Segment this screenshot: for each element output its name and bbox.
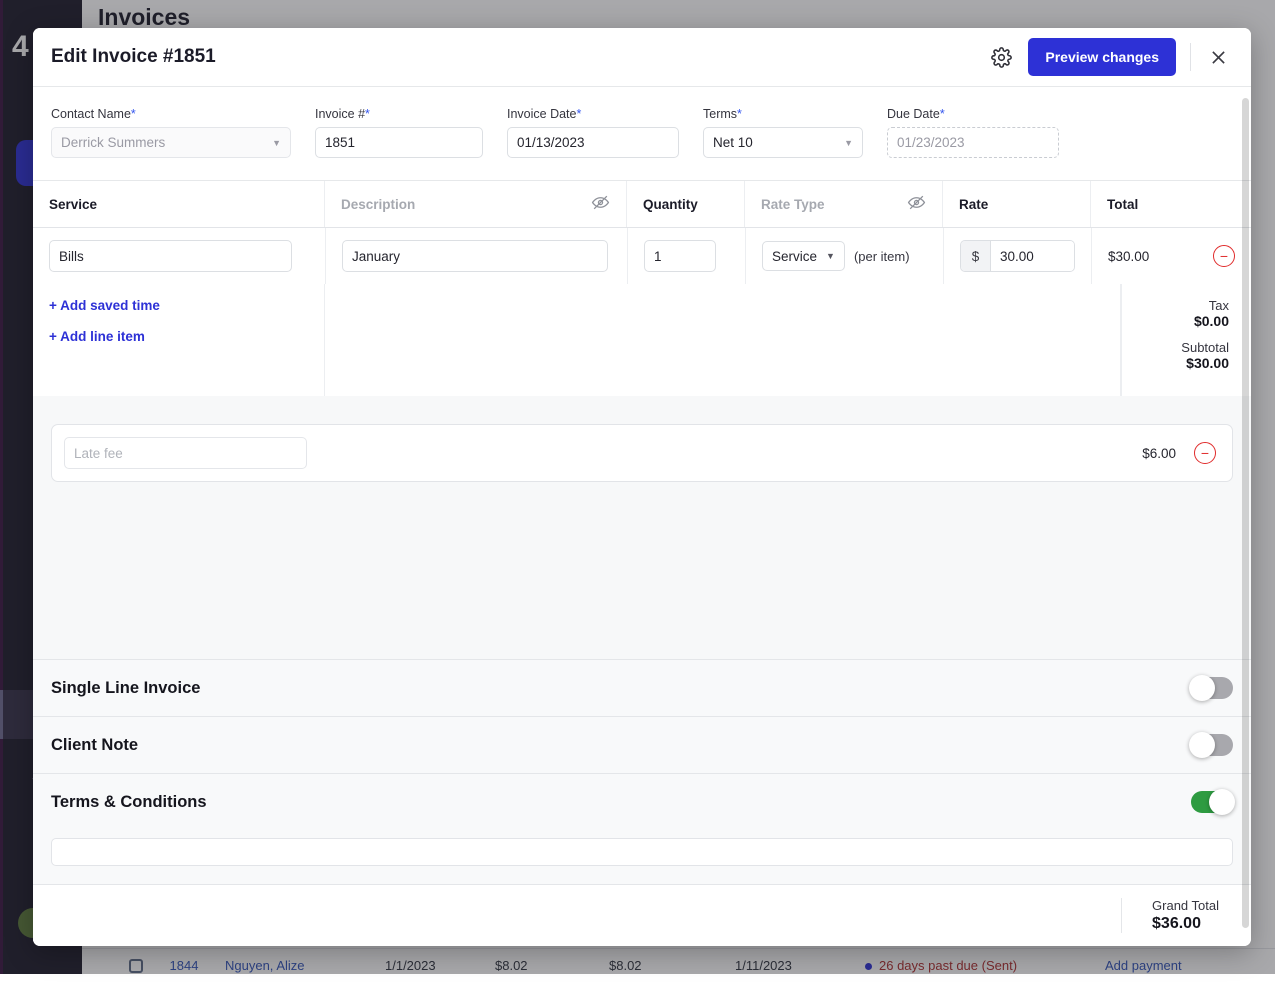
due-date-input[interactable]: 01/23/2023 bbox=[887, 127, 1059, 158]
terms-value: Net 10 bbox=[713, 135, 753, 150]
terms-conditions-field-wrap bbox=[33, 830, 1251, 884]
subtotal-label: Subtotal bbox=[1122, 340, 1229, 355]
add-saved-time-link[interactable]: + Add saved time bbox=[49, 298, 308, 313]
grand-total-label: Grand Total bbox=[1152, 898, 1219, 913]
table-row: Bills January 1 Service ▼ (per item) $ 3… bbox=[33, 228, 1251, 284]
grand-total-value: $36.00 bbox=[1152, 915, 1219, 933]
terms-label: Terms* bbox=[703, 107, 863, 121]
tax-value: $0.00 bbox=[1122, 313, 1229, 329]
section-terms-conditions: Terms & Conditions bbox=[33, 773, 1251, 830]
field-invoice-date: Invoice Date* 01/13/2023 bbox=[507, 107, 679, 158]
grand-total-block: Grand Total $36.00 bbox=[1121, 898, 1229, 933]
modal-header: Edit Invoice #1851 Preview changes bbox=[33, 28, 1251, 87]
field-contact-name: Contact Name* Derrick Summers ▼ bbox=[51, 107, 291, 158]
cell-rate-type: Service ▼ (per item) bbox=[745, 228, 943, 284]
field-invoice-number: Invoice #* 1851 bbox=[315, 107, 483, 158]
line-items-body: Bills January 1 Service ▼ (per item) $ 3… bbox=[33, 228, 1251, 396]
cell-service: Bills bbox=[33, 228, 325, 284]
single-line-invoice-label: Single Line Invoice bbox=[51, 679, 1191, 698]
rate-type-select[interactable]: Service ▼ bbox=[762, 241, 845, 271]
per-item-label: (per item) bbox=[854, 249, 910, 264]
line-item-actions: + Add saved time + Add line item bbox=[33, 284, 325, 396]
cell-quantity: 1 bbox=[627, 228, 745, 284]
remove-circle-icon[interactable]: − bbox=[1194, 442, 1216, 464]
gear-icon[interactable] bbox=[986, 42, 1016, 72]
service-input[interactable]: Bills bbox=[49, 240, 292, 272]
client-note-toggle[interactable] bbox=[1191, 734, 1233, 756]
field-due-date: Due Date* 01/23/2023 bbox=[887, 107, 1059, 158]
preview-changes-button[interactable]: Preview changes bbox=[1028, 38, 1176, 76]
section-client-note: Client Note bbox=[33, 716, 1251, 773]
modal-scrollbar[interactable] bbox=[1242, 98, 1249, 928]
quantity-input[interactable]: 1 bbox=[644, 240, 716, 272]
currency-symbol: $ bbox=[961, 241, 991, 271]
invoice-form-fields: Contact Name* Derrick Summers ▼ Invoice … bbox=[33, 87, 1251, 181]
contact-name-value: Derrick Summers bbox=[61, 135, 165, 150]
section-single-line-invoice: Single Line Invoice bbox=[33, 659, 1251, 716]
terms-conditions-toggle[interactable] bbox=[1191, 791, 1233, 813]
rate-type-value: Service bbox=[772, 249, 817, 264]
invoice-date-value: 01/13/2023 bbox=[517, 135, 585, 150]
column-header-description: Description bbox=[325, 181, 627, 227]
late-fee-amount: $6.00 bbox=[1142, 446, 1176, 461]
toggle-knob bbox=[1189, 675, 1215, 701]
line-total-value: $30.00 bbox=[1108, 249, 1149, 264]
terms-conditions-label: Terms & Conditions bbox=[51, 793, 1191, 812]
due-date-label: Due Date* bbox=[887, 107, 1059, 121]
invoice-number-label: Invoice #* bbox=[315, 107, 483, 121]
rate-input[interactable]: 30.00 bbox=[991, 241, 1074, 271]
remove-circle-icon[interactable]: − bbox=[1213, 245, 1235, 267]
column-header-rate-type: Rate Type bbox=[745, 181, 943, 227]
contact-name-label: Contact Name* bbox=[51, 107, 291, 121]
terms-select[interactable]: Net 10 ▼ bbox=[703, 127, 863, 158]
invoice-date-label: Invoice Date* bbox=[507, 107, 679, 121]
items-spacer bbox=[325, 284, 1121, 396]
column-header-total: Total bbox=[1091, 181, 1251, 227]
single-line-invoice-toggle[interactable] bbox=[1191, 677, 1233, 699]
invoice-totals: Tax $0.00 Subtotal $30.00 bbox=[1121, 284, 1251, 396]
late-fee-zone: Late fee $6.00 − bbox=[33, 396, 1251, 659]
invoice-date-input[interactable]: 01/13/2023 bbox=[507, 127, 679, 158]
toggle-knob bbox=[1209, 789, 1235, 815]
close-icon[interactable] bbox=[1205, 44, 1231, 70]
line-items-header: Service Description Quantity Rate Type bbox=[33, 181, 1251, 228]
late-fee-card: Late fee $6.00 − bbox=[51, 424, 1233, 482]
contact-name-select[interactable]: Derrick Summers ▼ bbox=[51, 127, 291, 158]
column-header-service: Service bbox=[33, 181, 325, 227]
terms-conditions-input[interactable] bbox=[51, 838, 1233, 866]
invoice-number-input[interactable]: 1851 bbox=[315, 127, 483, 158]
add-line-item-link[interactable]: + Add line item bbox=[49, 329, 308, 344]
due-date-value: 01/23/2023 bbox=[897, 135, 965, 150]
cell-rate: $ 30.00 bbox=[943, 228, 1091, 284]
eye-slash-icon[interactable] bbox=[907, 193, 926, 215]
header-divider bbox=[1190, 43, 1191, 71]
column-header-rate: Rate bbox=[943, 181, 1091, 227]
eye-slash-icon[interactable] bbox=[591, 193, 610, 215]
rate-input-group[interactable]: $ 30.00 bbox=[960, 240, 1075, 272]
modal-footer: Grand Total $36.00 bbox=[33, 884, 1251, 946]
client-note-label: Client Note bbox=[51, 736, 1191, 755]
late-fee-input[interactable]: Late fee bbox=[64, 437, 307, 469]
subtotal-value: $30.00 bbox=[1122, 355, 1229, 371]
modal-title: Edit Invoice #1851 bbox=[51, 46, 986, 68]
cell-total: $30.00 − bbox=[1091, 228, 1251, 284]
cell-description: January bbox=[325, 228, 627, 284]
chevron-down-icon: ▼ bbox=[272, 138, 281, 148]
field-terms: Terms* Net 10 ▼ bbox=[703, 107, 863, 158]
toggle-knob bbox=[1189, 732, 1215, 758]
description-input[interactable]: January bbox=[342, 240, 608, 272]
column-header-quantity: Quantity bbox=[627, 181, 745, 227]
edit-invoice-modal: Edit Invoice #1851 Preview changes Conta… bbox=[33, 28, 1251, 946]
tax-label: Tax bbox=[1122, 298, 1229, 313]
chevron-down-icon: ▼ bbox=[844, 138, 853, 148]
chevron-down-icon: ▼ bbox=[826, 251, 835, 261]
invoice-number-value: 1851 bbox=[325, 135, 355, 150]
